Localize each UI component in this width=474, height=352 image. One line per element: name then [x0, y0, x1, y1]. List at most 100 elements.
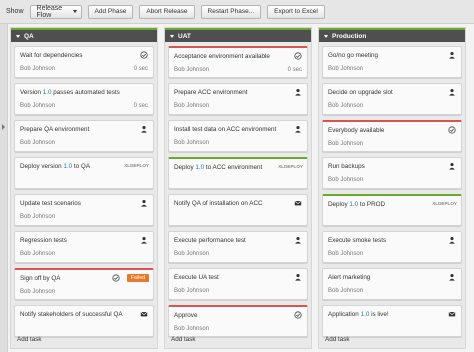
- task-card[interactable]: Notify stakeholders of successful QA: [14, 305, 154, 337]
- task-title: Deploy 1.0 to ACC environment: [174, 164, 284, 171]
- xldeploy-icon: XLDEPLOY: [278, 164, 303, 169]
- version-link[interactable]: 1.0: [349, 201, 358, 208]
- task-title-text: to QA: [72, 163, 91, 170]
- task-title: Execute UA test: [174, 274, 219, 281]
- task-card[interactable]: Sign off by QA Bob Johnson Failed: [14, 268, 154, 300]
- task-title: Execute performance test: [174, 237, 246, 244]
- task-title: Update test scenarios: [20, 200, 81, 207]
- user-icon: [448, 236, 456, 244]
- task-card[interactable]: Execute smoke tests Bob Johnson: [322, 231, 462, 263]
- task-duration: 0 sec: [287, 67, 302, 73]
- task-owner: Bob Johnson: [20, 66, 56, 72]
- task-title: Execute smoke tests: [328, 237, 387, 244]
- task-card[interactable]: Update test scenarios Bob Johnson: [14, 194, 154, 226]
- task-owner: Bob Johnson: [174, 103, 210, 109]
- task-card[interactable]: Go/no go meeting Bob Johnson: [322, 46, 462, 78]
- check-icon: [112, 274, 120, 282]
- task-title: Prepare QA environment: [20, 126, 90, 133]
- phase-column-uat: UAT Acceptance environment available Bob J…: [164, 27, 312, 349]
- task-card[interactable]: Regression tests Bob Johnson: [14, 231, 154, 263]
- task-card[interactable]: Install test data on ACC environment Bob …: [168, 120, 308, 152]
- task-card[interactable]: Deploy 1.0 to PROD XLDEPLOY: [322, 194, 462, 226]
- task-card[interactable]: Prepare ACC environment Bob Johnson: [168, 83, 308, 115]
- task-card[interactable]: Wait for dependencies Bob Johnson 0 sec: [14, 46, 154, 78]
- task-title: Everybody available: [328, 127, 385, 134]
- user-icon: [448, 273, 456, 281]
- task-title-text: Deploy version: [20, 163, 64, 170]
- user-icon: [140, 125, 148, 133]
- task-title-text: passes automated tests: [51, 89, 120, 96]
- task-owner: Bob Johnson: [20, 289, 56, 295]
- task-card[interactable]: Run backups Bob Johnson: [322, 157, 462, 189]
- task-card[interactable]: Deploy 1.0 to ACC environment XLDEPLOY: [168, 157, 308, 189]
- mail-icon: [140, 310, 148, 318]
- task-card[interactable]: Approve Bob Johnson: [168, 305, 308, 337]
- user-icon: [140, 199, 148, 207]
- task-title: Install test data on ACC environment: [174, 126, 277, 133]
- task-title-text: to PROD: [358, 201, 386, 208]
- task-card[interactable]: Execute performance test Bob Johnson: [168, 231, 308, 263]
- phase-header[interactable]: UAT: [165, 28, 311, 42]
- failed-status-badge: Failed: [126, 274, 149, 282]
- user-icon: [448, 162, 456, 170]
- collapse-caret-icon[interactable]: [324, 34, 328, 38]
- task-card[interactable]: Alert marketing Bob Johnson: [322, 268, 462, 300]
- collapse-caret-icon[interactable]: [16, 34, 20, 38]
- task-owner: Bob Johnson: [20, 214, 56, 220]
- add-task-link[interactable]: Add task: [325, 336, 350, 343]
- phase-column-qa: QA Wait for dependencies Bob Johnson 0 sec V…: [10, 27, 158, 349]
- task-card[interactable]: Everybody available Bob Johnson: [322, 120, 462, 152]
- task-card[interactable]: Application 1.0 is live!: [322, 305, 462, 337]
- restart-phase-button[interactable]: Restart Phase...: [200, 4, 262, 19]
- phase-title: QA: [24, 32, 34, 40]
- export-excel-button[interactable]: Export to Excel: [267, 4, 325, 19]
- phase-header[interactable]: Production: [319, 28, 465, 42]
- task-card[interactable]: Acceptance environment available Bob John…: [168, 46, 308, 78]
- task-title: Approve: [174, 312, 198, 319]
- task-card[interactable]: Notify QA of installation on ACC: [168, 194, 308, 226]
- user-icon: [294, 236, 302, 244]
- task-title: Run backups: [328, 163, 365, 170]
- task-owner: Bob Johnson: [328, 251, 364, 257]
- phase-title: UAT: [178, 32, 191, 40]
- task-title: Go/no go meeting: [328, 52, 379, 59]
- chevron-down-icon: [72, 10, 77, 13]
- version-link[interactable]: 1.0: [43, 89, 52, 96]
- task-owner: Bob Johnson: [328, 66, 364, 72]
- task-card[interactable]: Decide on upgrade slot Bob Johnson: [322, 83, 462, 115]
- add-task-link[interactable]: Add task: [171, 336, 196, 343]
- task-owner: Bob Johnson: [174, 251, 210, 257]
- task-title: Decide on upgrade slot: [328, 89, 393, 96]
- task-card[interactable]: Version 1.0 passes automated tests Bob Jo…: [14, 83, 154, 115]
- release-view-select-value: Release Flow: [36, 4, 63, 19]
- phase-title: Production: [332, 32, 367, 40]
- task-owner: Bob Johnson: [20, 140, 56, 146]
- version-link[interactable]: 1.0: [361, 311, 370, 318]
- user-icon: [448, 88, 456, 96]
- task-title: Acceptance environment available: [174, 53, 270, 60]
- task-owner: Bob Johnson: [328, 288, 364, 294]
- version-link[interactable]: 1.0: [195, 164, 204, 171]
- expand-arrow-icon: [2, 124, 5, 130]
- task-title: Notify QA of installation on ACC: [174, 200, 263, 207]
- sidebar-collapse-handle[interactable]: [0, 24, 8, 352]
- task-title-text: Version: [20, 89, 43, 96]
- xldeploy-icon: XLDEPLOY: [432, 201, 457, 206]
- task-title-text: Deploy: [174, 164, 196, 171]
- task-duration: 0 sec: [133, 66, 148, 72]
- task-card[interactable]: Prepare QA environment Bob Johnson: [14, 120, 154, 152]
- task-owner: Bob Johnson: [328, 141, 364, 147]
- add-task-link[interactable]: Add task: [17, 336, 42, 343]
- abort-release-button[interactable]: Abort Release: [139, 4, 195, 19]
- task-card[interactable]: Deploy version 1.0 to QA XLDEPLOY: [14, 157, 154, 189]
- collapse-caret-icon[interactable]: [170, 34, 174, 38]
- task-card[interactable]: Execute UA test Bob Johnson: [168, 268, 308, 300]
- phase-header[interactable]: QA: [11, 28, 157, 42]
- check-icon: [294, 311, 302, 319]
- release-view-select[interactable]: Release Flow: [29, 4, 82, 19]
- version-link[interactable]: 1.0: [63, 163, 72, 170]
- task-title: Application 1.0 is live!: [328, 311, 438, 318]
- task-owner: Bob Johnson: [20, 103, 56, 109]
- check-icon: [140, 51, 148, 59]
- add-phase-button[interactable]: Add Phase: [87, 4, 134, 19]
